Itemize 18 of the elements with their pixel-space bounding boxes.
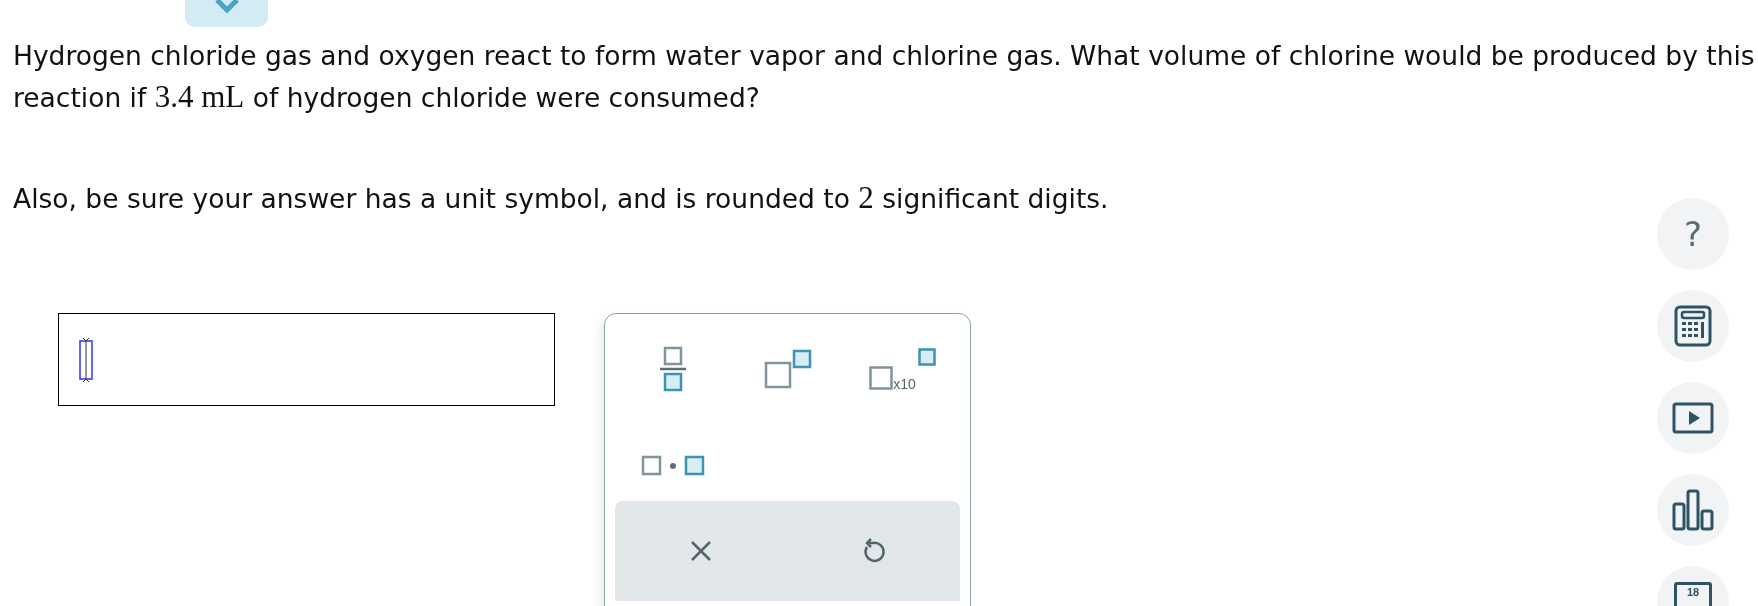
close-icon	[688, 539, 713, 563]
fraction-icon	[659, 346, 686, 392]
exponent-icon	[763, 349, 812, 389]
calendar-button[interactable]: 18	[1657, 566, 1729, 606]
scientific-notation-button[interactable]: x10	[845, 334, 960, 404]
answer-field[interactable]	[58, 313, 555, 406]
times-ten-label: x10	[893, 376, 916, 392]
question-text: Also, be sure your answer has a unit symbol, and is rounded to 2 significant digits.	[13, 179, 1110, 217]
calculator-icon	[1674, 305, 1712, 347]
text-cursor-icon	[79, 336, 93, 383]
video-icon	[1672, 402, 1714, 434]
collapse-tab[interactable]	[185, 0, 268, 27]
help-button[interactable]: ?	[1657, 198, 1729, 270]
multiply-icon	[640, 454, 705, 476]
bar-chart-icon	[1672, 489, 1714, 531]
base-box-icon	[869, 366, 894, 390]
question-text: Hydrogen chloride gas and oxygen react to form water vapor and chlorine gas. What volume of chlorine would be produced by this reaction if 3.4 mL of hydrogen chloride were consumed?	[13, 39, 1756, 116]
exponent-box-icon	[917, 348, 936, 366]
